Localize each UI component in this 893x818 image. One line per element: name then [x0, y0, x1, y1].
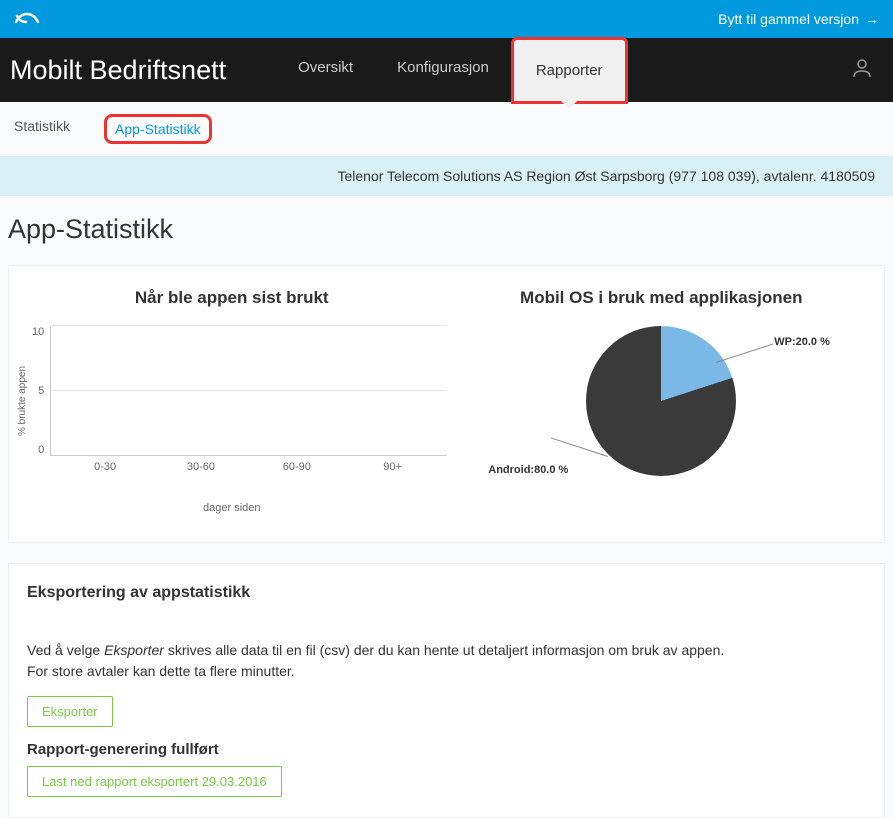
pie-chart-title: Mobil OS i bruk med applikasjonen — [447, 288, 877, 308]
main-nav: Mobilt Bedriftsnett Oversikt Konfigurasj… — [0, 38, 893, 102]
tab-oversikt[interactable]: Oversikt — [276, 37, 375, 104]
nav-tabs: Oversikt Konfigurasjon Rapporter — [276, 37, 627, 104]
bar-chart-title: Når ble appen sist brukt — [17, 288, 447, 308]
ytick: 5 — [32, 385, 44, 397]
ytick: 0 — [32, 444, 44, 456]
switch-version-label: Bytt til gammel versjon — [718, 11, 859, 27]
sub-tabs: Statistikk App-Statistikk — [0, 102, 893, 156]
ytick: 10 — [32, 326, 44, 338]
top-bar: Bytt til gammel versjon → — [0, 0, 893, 38]
y-axis: 10 5 0 — [28, 326, 50, 476]
export-status: Rapport-generering fullført — [27, 741, 866, 758]
pie-label-wp: WP:20.0 % — [774, 336, 830, 348]
export-panel: Eksportering av appstatistikk Ved å velg… — [8, 563, 885, 818]
tab-rapporter[interactable]: Rapporter — [511, 37, 628, 104]
export-title: Eksportering av appstatistikk — [27, 584, 866, 602]
charts-panel: Når ble appen sist brukt % brukte appen … — [8, 265, 885, 543]
user-icon[interactable] — [851, 57, 873, 84]
pie-label-android: Android:80.0 % — [488, 464, 568, 476]
tab-konfigurasjon[interactable]: Konfigurasjon — [375, 37, 511, 104]
pie-chart-block: Mobil OS i bruk med applikasjonen WP:20.… — [447, 288, 877, 514]
telenor-logo-icon — [14, 6, 40, 32]
export-description: Ved å velge Eksporter skrives alle data … — [27, 640, 866, 682]
page-title: App-Statistikk — [0, 196, 893, 265]
export-button[interactable]: Eksporter — [27, 696, 113, 727]
xtick: 0-30 — [76, 461, 134, 473]
switch-version-link[interactable]: Bytt til gammel versjon → — [718, 11, 879, 27]
brand-title: Mobilt Bedriftsnett — [6, 55, 226, 86]
context-banner: Telenor Telecom Solutions AS Region Øst … — [0, 156, 893, 196]
xtick: 60-90 — [268, 461, 326, 473]
plot-area: 0-30 30-60 60-90 90+ — [50, 326, 446, 456]
xtick: 90+ — [364, 461, 422, 473]
arrow-right-icon: → — [865, 11, 879, 27]
subtab-statistikk[interactable]: Statistikk — [6, 114, 78, 144]
subtab-app-statistikk[interactable]: App-Statistikk — [104, 114, 212, 144]
y-axis-label: % brukte appen — [17, 326, 28, 476]
bar-chart: % brukte appen 10 5 0 0-30 30-60 — [17, 326, 447, 476]
bar-chart-block: Når ble appen sist brukt % brukte appen … — [17, 288, 447, 514]
download-report-button[interactable]: Last ned rapport eksportert 29.03.2016 — [27, 766, 282, 797]
pie-chart: WP:20.0 % Android:80.0 % — [586, 326, 736, 476]
x-axis-label: dager siden — [17, 502, 447, 514]
xtick: 30-60 — [172, 461, 230, 473]
